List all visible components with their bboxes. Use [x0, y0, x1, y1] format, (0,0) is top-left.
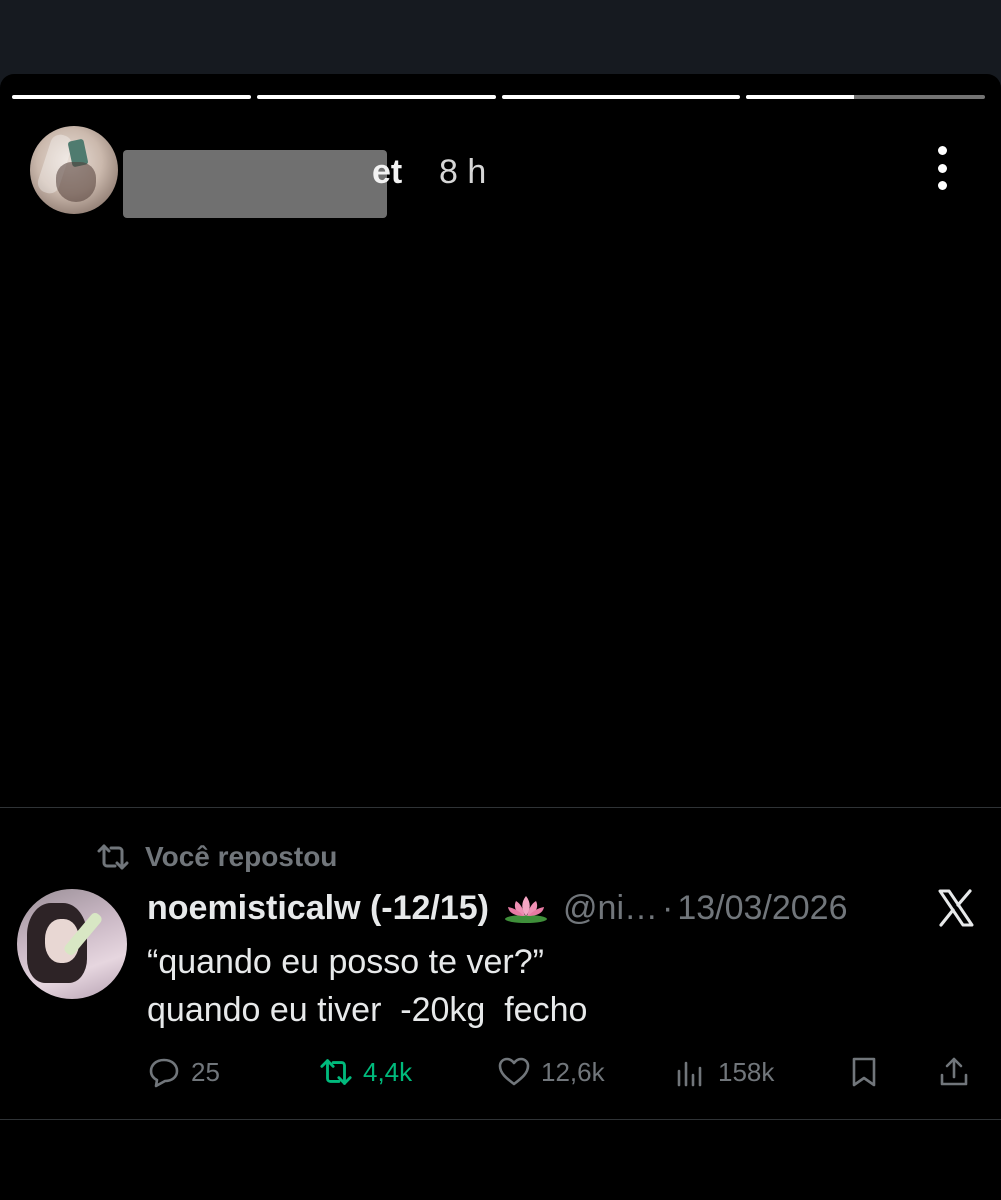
progress-fill — [746, 95, 854, 99]
story-avatar[interactable] — [30, 126, 118, 214]
tweet-actions: 25 4,4k 12,6k 158k — [147, 1050, 977, 1094]
progress-fill — [12, 95, 251, 99]
status-area — [0, 0, 1001, 74]
repost-label: Você repostou — [145, 841, 338, 872]
story-viewer: et 8 h Você repostou noemisticalw (-12/1… — [0, 74, 1001, 1200]
divider — [0, 1119, 1001, 1120]
progress-segment — [746, 95, 985, 99]
story-time: 8 h — [439, 153, 487, 191]
repost-button[interactable]: 4,4k — [319, 1050, 412, 1094]
reply-button[interactable]: 25 — [147, 1050, 220, 1094]
share-icon — [940, 1057, 968, 1086]
story-username[interactable]: et — [372, 152, 402, 192]
tweet-body: “quando eu posso te ver?” quando eu tive… — [147, 938, 587, 1034]
tweet-text-line: quando eu tiver -20kg fecho — [147, 991, 588, 1029]
separator-dot: · — [662, 888, 674, 927]
username-redaction — [123, 150, 387, 218]
tweet-author-avatar[interactable] — [17, 889, 127, 999]
reply-count: 25 — [191, 1056, 220, 1087]
bookmark-button[interactable] — [847, 1050, 881, 1094]
repost-count: 4,4k — [363, 1056, 413, 1087]
tweet-header: noemisticalw (-12/15) @ni… · 13/03/2026 — [147, 886, 927, 930]
progress-segment — [501, 95, 741, 99]
views-button[interactable]: 158k — [674, 1050, 774, 1094]
repost-icon — [97, 844, 129, 870]
more-options-icon[interactable] — [935, 146, 949, 190]
views-icon — [677, 1061, 702, 1087]
bookmark-icon — [852, 1057, 876, 1087]
repost-icon — [320, 1059, 352, 1085]
progress-segment — [256, 95, 496, 99]
x-logo-icon[interactable] — [936, 888, 976, 928]
like-count: 12,6k — [541, 1056, 605, 1087]
like-button[interactable]: 12,6k — [497, 1050, 605, 1094]
reply-icon — [149, 1058, 179, 1088]
tweet-author-handle[interactable]: @ni… — [563, 889, 658, 928]
repost-indicator: Você repostou — [95, 838, 337, 876]
lotus-icon — [505, 896, 548, 923]
heart-icon — [498, 1057, 530, 1086]
share-button[interactable] — [937, 1050, 971, 1094]
progress-segment — [12, 95, 251, 99]
tweet-author-name[interactable]: noemisticalw (-12/15) — [147, 889, 489, 928]
story-progress — [12, 95, 985, 99]
progress-fill — [501, 95, 741, 99]
divider — [0, 807, 1001, 808]
tweet-date[interactable]: 13/03/2026 — [677, 889, 847, 928]
views-count: 158k — [718, 1056, 775, 1087]
tweet-text-line: “quando eu posso te ver?” — [147, 943, 544, 981]
progress-fill — [256, 95, 496, 99]
